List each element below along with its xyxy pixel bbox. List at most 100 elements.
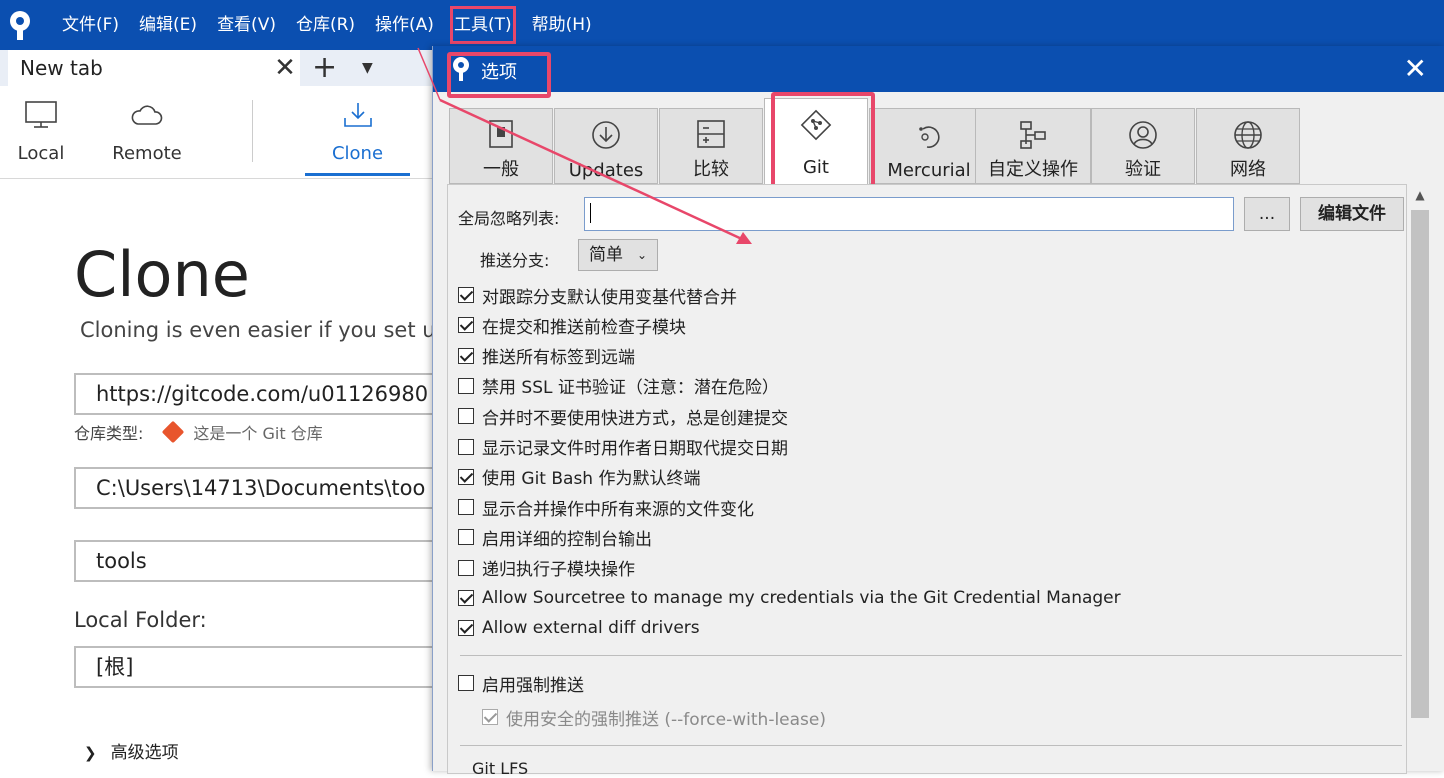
section-divider (460, 745, 1402, 746)
clone-label: Clone (331, 143, 384, 164)
tab-label: 验证 (1125, 159, 1161, 180)
page-title: Clone (74, 238, 250, 311)
add-tab-icon[interactable]: + (312, 50, 337, 86)
tab-general[interactable]: 一般 (449, 108, 553, 184)
menu-tools[interactable]: 工具(T) (444, 0, 522, 50)
checkbox-box (458, 408, 474, 425)
local-folder-label: Local Folder: (74, 608, 207, 632)
local-label: Local (17, 143, 65, 164)
checkbox-label: 禁用 SSL 证书验证（注意：潜在危险） (482, 378, 779, 399)
tab-updates[interactable]: Updates (554, 108, 658, 184)
toggle-icon (486, 119, 516, 153)
option-checkbox[interactable]: 在提交和推送前检查子模块 (458, 311, 686, 339)
toolbar-divider (252, 100, 253, 162)
push-branch-select[interactable]: 简单 ⌄ (578, 239, 658, 271)
checkbox-label: 对跟踪分支默认使用变基代替合并 (482, 287, 737, 308)
push-branch-value: 简单 (589, 245, 623, 265)
menu-file[interactable]: 文件(F) (52, 0, 129, 50)
menu-repository[interactable]: 仓库(R) (286, 0, 365, 50)
vertical-scrollbar[interactable]: ▲ (1409, 186, 1431, 771)
repo-type-value: 这是一个 Git 仓库 (193, 424, 323, 443)
global-ignore-input[interactable] (584, 197, 1234, 231)
mercurial-icon (913, 119, 945, 155)
browse-button[interactable]: ... (1244, 197, 1290, 231)
destination-path-input[interactable]: C:\Users\14713\Documents\too (74, 467, 494, 509)
local-folder-select[interactable]: [根] (74, 646, 494, 688)
tab-label: New tab (20, 56, 103, 80)
git-options-panel: 全局忽略列表: ... 编辑文件 推送分支: 简单 ⌄ 对跟踪分支默认使用变基代… (447, 184, 1407, 778)
option-checkbox[interactable]: 对跟踪分支默认使用变基代替合并 (458, 281, 737, 309)
tab-new-tab[interactable]: New tab ✕ (8, 50, 300, 86)
remote-button[interactable]: Remote (100, 86, 194, 178)
local-button[interactable]: Local (0, 86, 82, 178)
close-icon[interactable]: ✕ (1404, 52, 1427, 85)
checkbox-box (458, 559, 474, 576)
tab-label: 自定义操作 (988, 159, 1078, 180)
checkbox-label: 使用安全的强制推送 (--force-with-lease) (506, 709, 826, 730)
push-branch-label: 推送分支: (480, 251, 550, 270)
name-input[interactable]: tools (74, 540, 494, 582)
checkbox-box (458, 675, 474, 691)
option-checkbox[interactable]: 禁用 SSL 证书验证（注意：潜在危险） (458, 372, 779, 400)
option-checkbox[interactable]: 使用 Git Bash 作为默认终端 (458, 463, 701, 491)
checkbox-label: 使用 Git Bash 作为默认终端 (482, 469, 701, 490)
checkbox-label: 在提交和推送前检查子模块 (482, 317, 686, 338)
chevron-down-icon[interactable]: ▼ (362, 54, 373, 82)
option-checkbox[interactable]: 启用详细的控制台输出 (458, 523, 652, 551)
checkbox-box (458, 590, 474, 606)
scroll-thumb[interactable] (1411, 210, 1429, 718)
tab-diff[interactable]: 比较 (659, 108, 763, 184)
sourcetree-logo-icon (4, 8, 38, 42)
diff-icon (696, 119, 726, 153)
option-checkbox[interactable]: 合并时不要使用快进方式，总是创建提交 (458, 402, 788, 430)
tab-authentication[interactable]: 验证 (1091, 108, 1195, 184)
option-checkbox[interactable]: Allow external diff drivers (458, 614, 700, 642)
checkbox-box (458, 529, 474, 546)
checkbox-label: 显示记录文件时用作者日期取代提交日期 (482, 439, 788, 459)
tab-label: 一般 (483, 159, 519, 180)
force-push-checkbox[interactable]: 启用强制推送 (458, 669, 584, 697)
tab-mercurial[interactable]: Mercurial (869, 108, 989, 184)
checkbox-box (458, 317, 474, 334)
user-circle-icon (1127, 119, 1159, 155)
tab-label: Updates (568, 160, 644, 181)
checkbox-box (458, 287, 474, 303)
tab-network[interactable]: 网络 (1196, 108, 1300, 184)
tab-custom-actions[interactable]: 自定义操作 (975, 108, 1091, 184)
active-tab-indicator (305, 173, 410, 176)
global-ignore-label: 全局忽略列表: (458, 209, 560, 228)
option-checkbox[interactable]: Allow Sourcetree to manage my credential… (458, 584, 1121, 612)
dialog-titlebar: 选项 ✕ (433, 46, 1444, 92)
source-url-input[interactable]: https://gitcode.com/u01126980 (74, 373, 494, 415)
menu-help[interactable]: 帮助(H) (522, 0, 602, 50)
close-icon[interactable]: ✕ (270, 53, 300, 83)
checkbox-label: 启用详细的控制台输出 (482, 529, 652, 550)
option-checkbox[interactable]: 显示记录文件时用作者日期取代提交日期 (458, 433, 788, 461)
checkbox-label: Allow external diff drivers (482, 618, 700, 639)
option-checkbox[interactable]: 递归执行子模块操作 (458, 554, 635, 582)
tab-bar: New tab ✕ + ▼ (0, 50, 440, 86)
clone-button[interactable]: Clone (305, 86, 410, 178)
checkbox-label: 显示合并操作中所有来源的文件变化 (482, 499, 754, 520)
checkbox-label: 递归执行子模块操作 (482, 560, 635, 581)
monitor-icon (24, 100, 58, 134)
checkbox-box (458, 347, 474, 364)
checkbox-box (458, 377, 474, 394)
scroll-up-icon[interactable]: ▲ (1409, 188, 1431, 208)
menu-view[interactable]: 查看(V) (207, 0, 286, 50)
checkbox-label: 合并时不要使用快进方式，总是创建提交 (482, 408, 788, 429)
globe-icon (1232, 119, 1264, 155)
menu-edit[interactable]: 编辑(E) (129, 0, 207, 50)
advanced-options-toggle[interactable]: ❯ 高级选项 (84, 738, 179, 763)
page-subtitle: Cloning is even easier if you set u (80, 318, 436, 342)
chevron-right-icon: ❯ (84, 744, 97, 762)
menu-actions[interactable]: 操作(A) (365, 0, 444, 50)
checkbox-box (458, 620, 474, 637)
checkbox-box (458, 499, 474, 516)
title-highlight-box (447, 52, 551, 98)
option-checkbox[interactable]: 推送所有标签到远端 (458, 342, 635, 370)
option-checkbox[interactable]: 显示合并操作中所有来源的文件变化 (458, 493, 754, 521)
tab-label: 比较 (693, 159, 729, 180)
checkbox-label: 启用强制推送 (482, 675, 584, 696)
edit-file-button[interactable]: 编辑文件 (1300, 197, 1404, 231)
